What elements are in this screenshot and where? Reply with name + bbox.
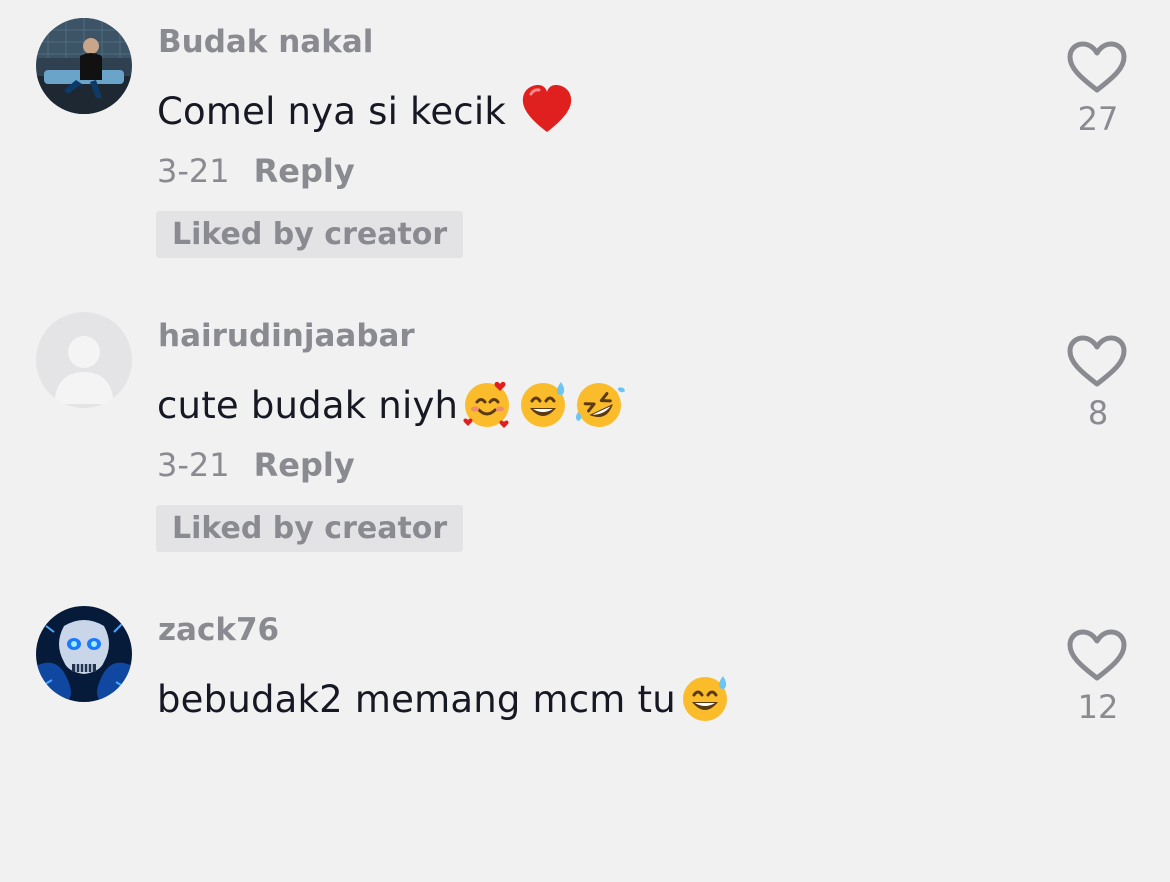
comment-text: bebudak2 memang mcm tu (157, 670, 732, 724)
like-count: 12 (1077, 688, 1119, 726)
comment-username[interactable]: Budak nakal (158, 24, 373, 60)
like-count: 27 (1077, 100, 1119, 138)
reply-button[interactable]: Reply (254, 152, 355, 190)
heart-like-icon[interactable] (1066, 628, 1128, 682)
user-avatar[interactable] (36, 312, 132, 408)
comment-item: Budak nakal Comel nya si kecik 3-21 Reply… (0, 0, 1170, 294)
comment-text-content: bebudak2 memang mcm tu (157, 678, 676, 721)
comment-username[interactable]: hairudinjaabar (158, 318, 415, 354)
like-count: 8 (1087, 394, 1109, 432)
red-heart-emoji-icon (522, 85, 572, 132)
grinning-face-with-sweat-emoji-icon (521, 382, 566, 427)
comment-item: hairudinjaabar cute budak niyh 3-21 Reply… (0, 294, 1170, 588)
comment-meta: 3-21 Reply (157, 152, 355, 190)
liked-by-creator-badge: Liked by creator (156, 211, 464, 258)
comment-date: 3-21 (157, 446, 230, 484)
comment-text: cute budak niyh (157, 376, 626, 430)
comment-text: Comel nya si kecik (157, 82, 574, 136)
user-avatar[interactable] (36, 18, 132, 114)
smiling-face-with-hearts-emoji-icon (463, 381, 510, 428)
heart-like-icon[interactable] (1066, 40, 1128, 94)
user-avatar[interactable] (36, 606, 132, 702)
reply-button[interactable]: Reply (254, 446, 355, 484)
grinning-face-with-sweat-emoji-icon (682, 676, 727, 721)
comment-date: 3-21 (157, 152, 230, 190)
comment-item: zack76 bebudak2 memang mcm tu 12 (0, 588, 1170, 882)
comment-meta: 3-21 Reply (157, 446, 355, 484)
heart-like-icon[interactable] (1066, 334, 1128, 388)
comment-username[interactable]: zack76 (158, 612, 279, 648)
comment-text-content: Comel nya si kecik (157, 90, 518, 133)
liked-by-creator-badge: Liked by creator (156, 505, 464, 552)
comment-text-content: cute budak niyh (157, 384, 459, 427)
rolling-on-floor-laughing-emoji-icon (576, 383, 626, 427)
